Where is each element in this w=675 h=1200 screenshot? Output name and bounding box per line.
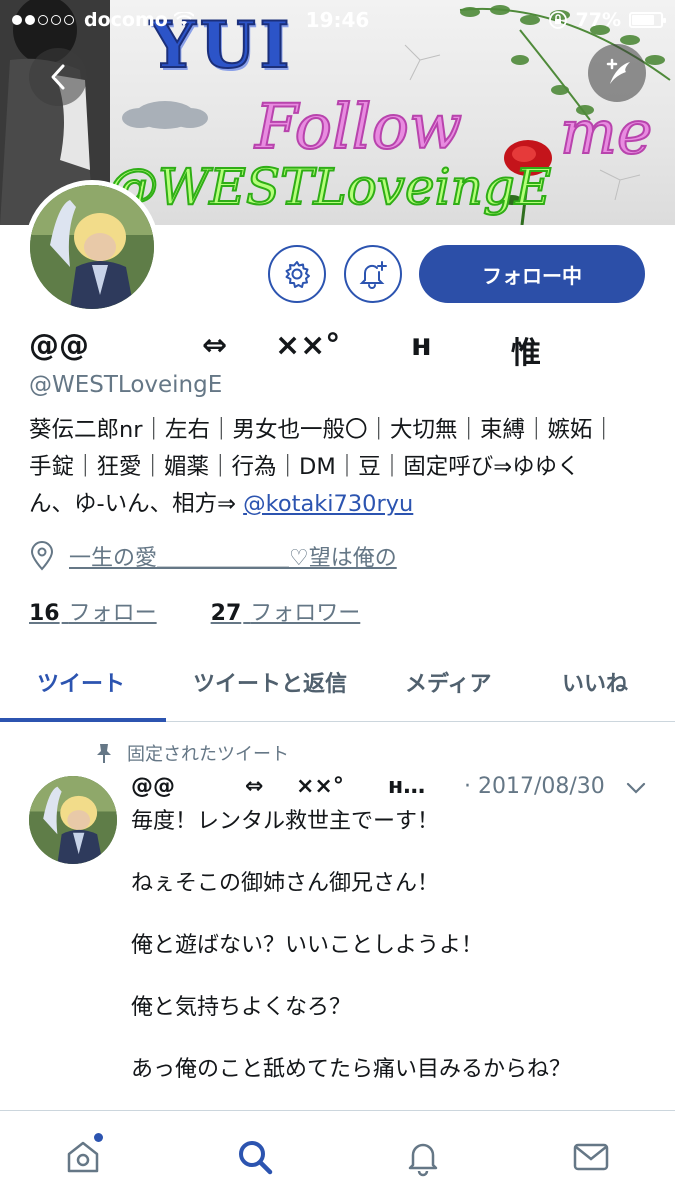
settings-button[interactable] [268,245,326,303]
status-right: 77% [548,9,666,31]
tab-tweets[interactable]: ツイート [37,666,125,698]
name-part: @@ [29,328,89,363]
tweet-body: 毎度！レンタル救世主でーす！ ねぇそこの御姉さん御兄さん！ 俺と遊ばない？いいこ… [131,806,651,1116]
pinned-tweet-label: 固定されたツイート [95,740,289,766]
status-bar: docomo 19:46 77% [0,0,675,40]
bio-line: 手錠｜狂愛｜媚薬｜行為｜DM｜豆｜固定呼び⇒ゆゆく [29,454,580,480]
tweet-paragraph: 俺と遊ばない？いいことしようよ！ [131,933,484,958]
carrier-name: docomo [84,9,168,31]
tweet-author-name-part: ××° [296,774,344,799]
profile-display-name: @@ ⇔ ××° н 惟 [29,328,649,371]
pinned-text: 固定されたツイート [127,744,289,765]
home-unread-dot [94,1133,103,1142]
tweet-author-name-part: н… [388,774,426,799]
active-tab-indicator [0,718,166,722]
chevron-down-icon[interactable] [625,780,647,796]
signal-dot [38,15,48,25]
signal-dot [51,15,61,25]
name-part: ⇔ [202,328,228,363]
banner-follow-text: Follow [254,89,463,164]
tweet-author-name-part: @@ [131,774,175,799]
profile-handle: @WESTLoveingE [29,372,223,398]
signal-dot [25,15,35,25]
battery-level [632,15,654,25]
compose-tweet-button[interactable] [588,44,646,102]
bio-line-text: ん、ゆ-いん、相方⇒ [29,491,244,517]
follow-counts: 16 フォロー 27 フォロワー [29,595,360,627]
followers-label: フォロワー [250,601,361,626]
notifications-toggle-button[interactable] [344,245,402,303]
bottom-navigation [0,1110,675,1200]
gear-icon [285,261,310,288]
back-arrow-icon [51,64,65,90]
tweet-paragraph: 俺と気持ちよくなろ？ [131,995,352,1020]
nav-search[interactable] [231,1133,279,1181]
profile-location: 一生の愛＿＿＿＿＿＿♡望は俺の [29,540,397,572]
tab-tweets-and-replies[interactable]: ツイートと返信 [193,666,347,698]
signal-strength [12,15,74,25]
following-label: フォロー [68,601,157,626]
bio-mention-link[interactable]: @kotaki730ryu [243,491,413,517]
profile-bio: 葵伝二郎nr｜左右｜男女也一般〇｜大切無｜束縛｜嫉妬｜ 手錠｜狂愛｜媚薬｜行為｜… [29,412,649,523]
signal-dot [12,15,22,25]
battery-percent: 77% [575,9,621,31]
name-part: н [411,328,432,363]
pin-icon [97,744,111,763]
tweet-author-avatar[interactable] [29,776,117,864]
home-icon [67,1141,99,1173]
battery-icon [629,12,666,28]
tweet-author-name-part: ⇔ [245,774,264,799]
nav-messages[interactable] [567,1133,615,1181]
tweet-header: @@ ⇔ ××° н… · 2017/08/30 [131,774,651,804]
following-count-link[interactable]: 16 フォロー [29,595,157,627]
profile-avatar[interactable] [25,180,159,314]
avatar-photo [29,776,117,864]
location-text[interactable]: 一生の愛＿＿＿＿＿＿♡望は俺の [69,540,397,572]
bell-plus-icon [359,261,387,289]
following-count: 16 [29,601,60,626]
search-icon [239,1141,273,1175]
location-pin-icon [30,541,54,571]
compose-tweet-icon [606,58,630,84]
avatar-photo [30,185,154,309]
tweet-date: · 2017/08/30 [464,774,605,799]
tweet-paragraph: あっ俺のこと舐めてたら痛い目みるからね？ [131,1057,572,1082]
following-button[interactable]: フォロー中 [419,245,645,303]
status-left: docomo [12,9,194,31]
bio-line: 葵伝二郎nr｜左右｜男女也一般〇｜大切無｜束縛｜嫉妬｜ [29,417,616,443]
tab-media[interactable]: メディア [405,666,491,698]
bio-line: ん、ゆ-いん、相方⇒ @kotaki730ryu [29,486,649,523]
nav-notifications[interactable] [399,1133,447,1181]
notifications-icon [408,1143,438,1177]
banner-me-text: me [559,97,653,169]
name-part: 惟 [511,336,541,371]
tab-likes[interactable]: いいね [562,666,628,698]
orientation-lock-icon [548,11,567,29]
banner-handle-text: @WESTLoveingE [107,157,552,217]
tweet-paragraph: ねぇそこの御姉さん御兄さん！ [131,871,440,896]
messages-icon [573,1143,609,1171]
followers-count-link[interactable]: 27 フォロワー [211,595,361,627]
back-button[interactable] [29,48,87,106]
followers-count: 27 [210,601,242,626]
signal-dot [64,15,74,25]
tweet-paragraph: 毎度！レンタル救世主でーす！ [131,809,440,834]
nav-home[interactable] [59,1133,107,1181]
wifi-icon [173,12,194,26]
name-part: ××° [275,328,341,363]
profile-tabs: ツイート ツイートと返信 メディア いいね [0,648,675,722]
